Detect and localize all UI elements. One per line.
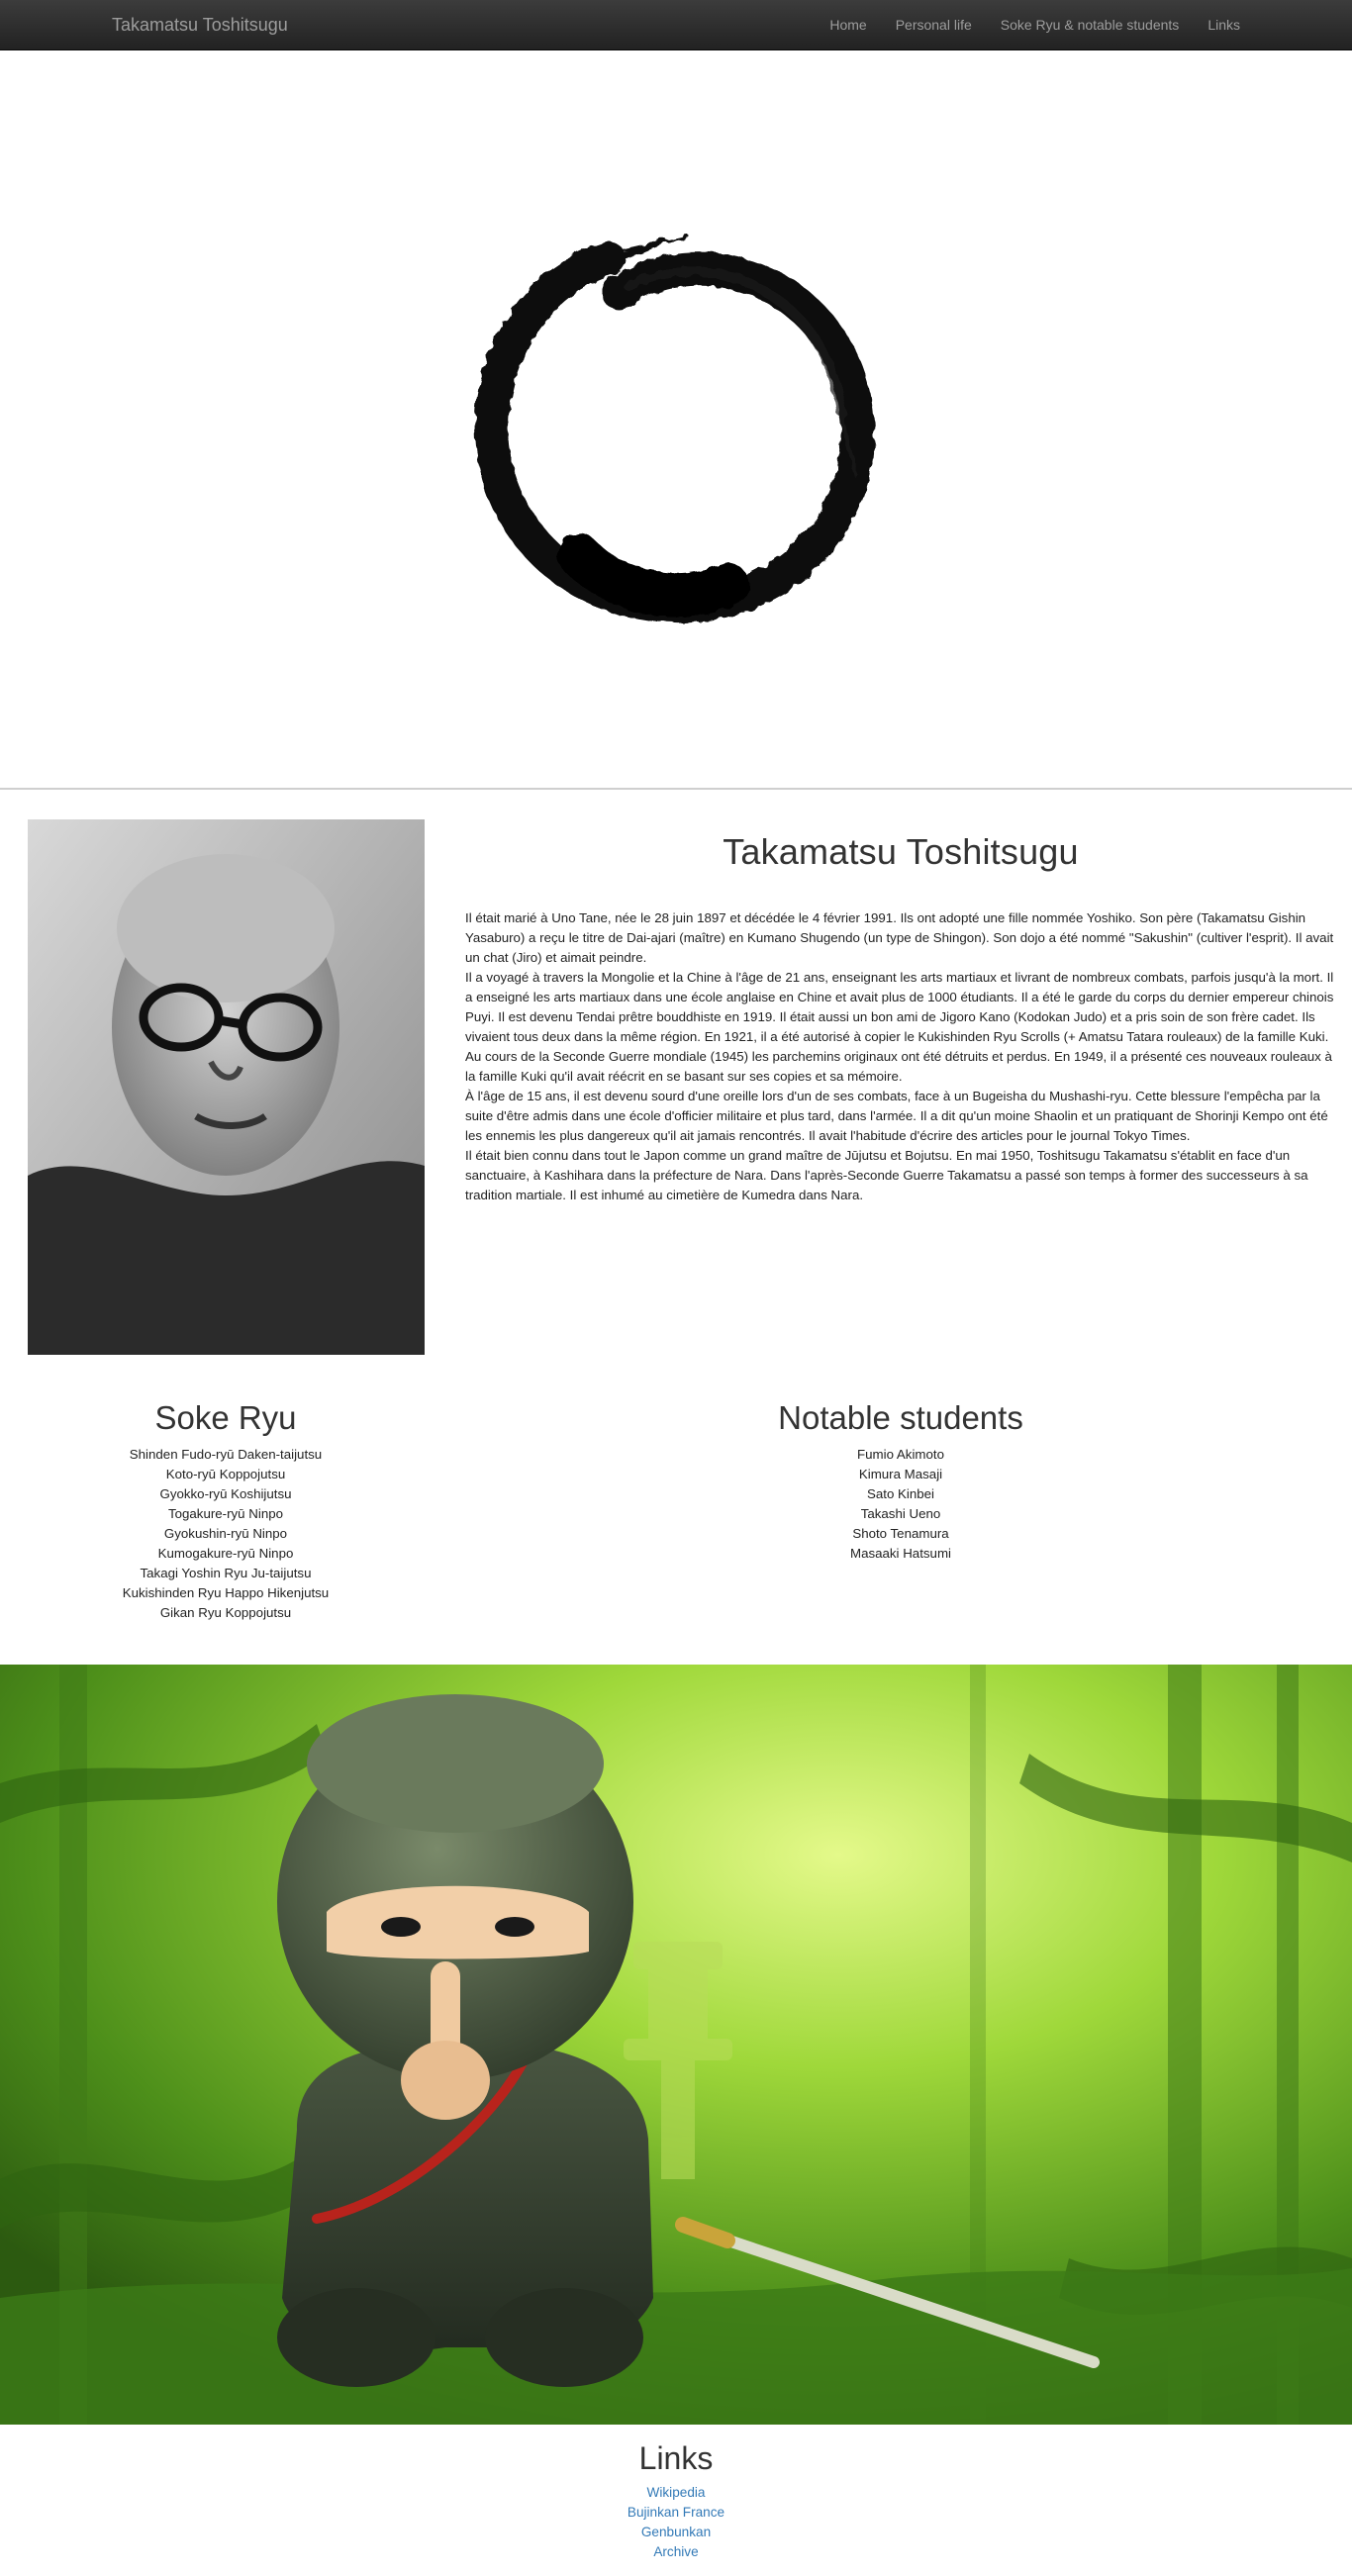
- notable-students-section: Notable students Fumio Akimoto Kimura Ma…: [703, 1399, 1099, 1564]
- links-section: Links Wikipedia Bujinkan France Genbunka…: [0, 2440, 1352, 2562]
- enso-circle-image: [474, 235, 875, 623]
- list-item: Togakure-ryū Ninpo: [167, 1506, 284, 1521]
- list-item: Sato Kinbei: [866, 1486, 934, 1501]
- bio-paragraph: Il a voyagé à travers la Mongolie et la …: [465, 970, 1334, 1084]
- list-item: Masaaki Hatsumi: [850, 1546, 951, 1561]
- nav-links: Home Personal life Soke Ryu & notable st…: [801, 0, 1240, 49]
- list-item: Fumio Akimoto: [857, 1447, 944, 1462]
- nav-personal-life[interactable]: Personal life: [896, 17, 972, 33]
- section-divider: [0, 788, 1352, 790]
- soke-ryu-list: Shinden Fudo-ryū Daken-taijutsu Koto-ryū…: [28, 1445, 424, 1623]
- links-heading: Links: [638, 2440, 714, 2476]
- bio-paragraph: À l'âge de 15 ans, il est devenu sourd d…: [465, 1089, 1328, 1143]
- link-genbunkan[interactable]: Genbunkan: [0, 2523, 1352, 2542]
- link-archive[interactable]: Archive: [0, 2542, 1352, 2562]
- portrait-photo: [28, 819, 425, 1355]
- brand-link[interactable]: Takamatsu Toshitsugu: [112, 15, 288, 36]
- list-item: Shoto Tenamura: [852, 1526, 949, 1541]
- bio-section: Takamatsu Toshitsugu Il était marié à Un…: [465, 831, 1336, 1205]
- navbar: Takamatsu Toshitsugu Home Personal life …: [0, 0, 1352, 50]
- ninja-illustration: [0, 1665, 1352, 2425]
- nav-links-section[interactable]: Links: [1207, 17, 1240, 33]
- list-item: Kukishinden Ryu Happo Hikenjutsu: [122, 1585, 330, 1600]
- soke-ryu-section: Soke Ryu Shinden Fudo-ryū Daken-taijutsu…: [28, 1399, 424, 1623]
- list-item: Kimura Masaji: [858, 1467, 943, 1481]
- list-item: Kumogakure-ryū Ninpo: [157, 1546, 294, 1561]
- nav-soke-ryu[interactable]: Soke Ryu & notable students: [1001, 17, 1180, 33]
- list-item: Gyokushin-ryū Ninpo: [163, 1526, 288, 1541]
- list-item: Takagi Yoshin Ryu Ju-taijutsu: [140, 1566, 312, 1580]
- link-wikipedia[interactable]: Wikipedia: [0, 2483, 1352, 2503]
- bio-title: Takamatsu Toshitsugu: [723, 831, 1079, 872]
- bio-paragraph: Il était bien connu dans tout le Japon c…: [465, 1148, 1308, 1202]
- link-bujinkan-france[interactable]: Bujinkan France: [0, 2503, 1352, 2523]
- nav-home[interactable]: Home: [829, 17, 866, 33]
- list-item: Takashi Ueno: [860, 1506, 941, 1521]
- list-item: Gyokko-ryū Koshijutsu: [159, 1486, 292, 1501]
- list-item: Koto-ryū Koppojutsu: [165, 1467, 286, 1481]
- bio-paragraph: Il était marié à Uno Tane, née le 28 jui…: [465, 910, 1334, 965]
- notable-students-list: Fumio Akimoto Kimura Masaji Sato Kinbei …: [703, 1445, 1099, 1564]
- list-item: Shinden Fudo-ryū Daken-taijutsu: [129, 1447, 323, 1462]
- soke-ryu-heading: Soke Ryu: [154, 1399, 297, 1436]
- notable-students-heading: Notable students: [778, 1399, 1023, 1436]
- hero-section: [0, 50, 1352, 788]
- list-item: Gikan Ryu Koppojutsu: [159, 1605, 292, 1620]
